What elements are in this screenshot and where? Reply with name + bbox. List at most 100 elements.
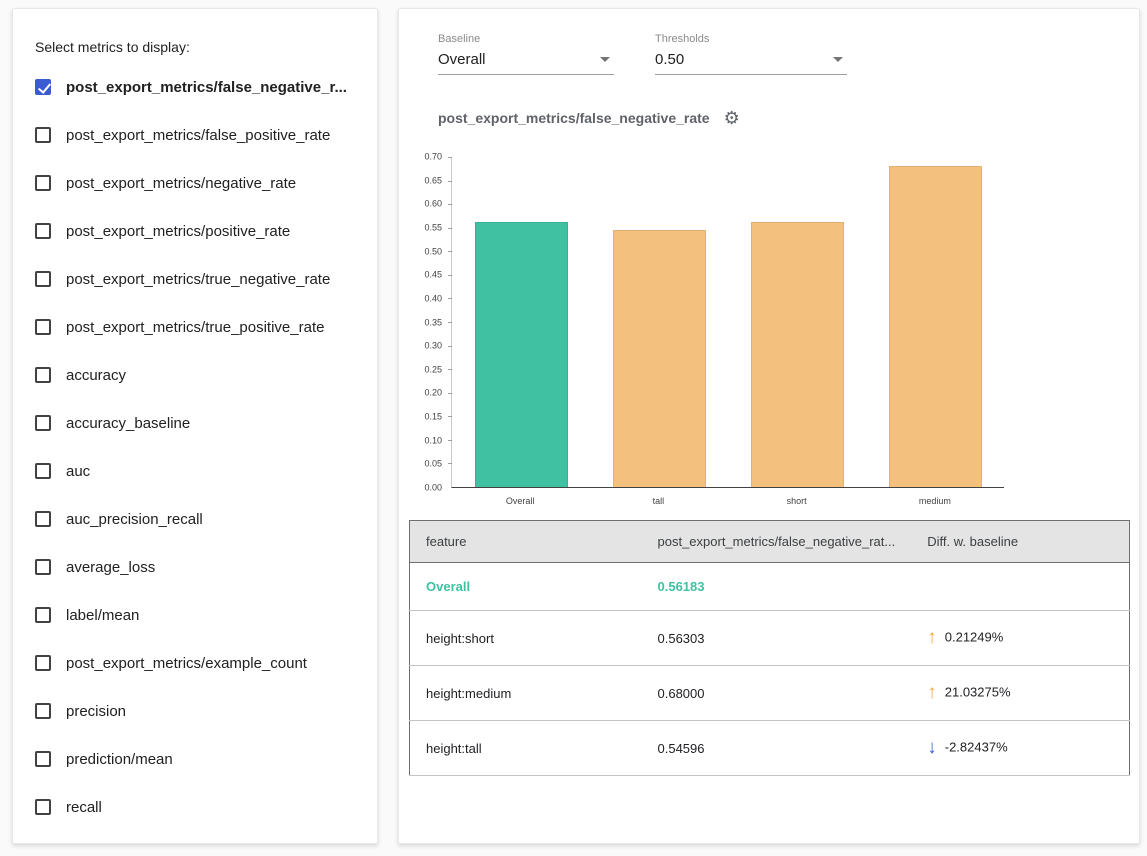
baseline-select-label: Baseline [438,33,614,45]
metric-item[interactable]: post_export_metrics/true_negative_rate [35,255,355,303]
y-tick-label: 0.00 [424,484,442,493]
arrow-up-icon: ↑ [927,627,937,648]
table-row[interactable]: Overall0.56183 [410,563,1130,611]
y-tick-mark [448,346,452,347]
diff-cell: ↑ 21.03275% [911,666,1129,721]
table-row[interactable]: height:medium0.68000↑21.03275% [410,666,1130,721]
y-tick-mark [448,181,452,182]
metric-label: post_export_metrics/negative_rate [66,175,296,192]
feature-cell: height:short [410,611,642,666]
checkbox-unchecked-icon[interactable] [35,559,51,575]
table-row[interactable]: height:short0.56303↑0.21249% [410,611,1130,666]
metrics-table: feature post_export_metrics/false_negati… [409,520,1130,776]
checkbox-unchecked-icon[interactable] [35,703,51,719]
table-header-row: feature post_export_metrics/false_negati… [410,521,1130,563]
metrics-table-body: Overall0.56183height:short0.56303↑0.2124… [410,563,1130,776]
metric-label: post_export_metrics/example_count [66,655,307,672]
metric-label: recall [66,799,102,816]
feature-cell: height:medium [410,666,642,721]
checkbox-unchecked-icon[interactable] [35,415,51,431]
metric-item[interactable]: accuracy_baseline [35,399,355,447]
metric-label: accuracy_baseline [66,415,190,432]
checkbox-unchecked-icon[interactable] [35,319,51,335]
metric-item[interactable]: auc [35,447,355,495]
diff-value: 21.03275% [945,684,1011,699]
y-tick-label: 0.50 [424,247,442,256]
bar-medium[interactable] [889,166,982,487]
metric-label: average_loss [66,559,155,576]
feature-cell: Overall [410,563,642,611]
bar-slot [728,157,866,487]
checkbox-unchecked-icon[interactable] [35,463,51,479]
checkbox-unchecked-icon[interactable] [35,127,51,143]
metric-item[interactable]: post_export_metrics/positive_rate [35,207,355,255]
baseline-select-value: Overall [438,51,486,68]
value-cell: 0.56183 [642,563,912,611]
bar-Overall[interactable] [475,222,568,487]
diff-cell [911,563,1129,611]
chevron-down-icon[interactable] [600,57,610,62]
metric-item[interactable]: prediction/mean [35,735,355,783]
y-tick-mark [448,463,452,464]
y-tick-label: 0.65 [424,176,442,185]
metric-label: auc [66,463,90,480]
feature-cell: height:tall [410,721,642,776]
checkbox-unchecked-icon[interactable] [35,607,51,623]
checkbox-unchecked-icon[interactable] [35,367,51,383]
y-tick-mark [448,251,452,252]
metric-item[interactable]: post_export_metrics/true_positive_rate [35,303,355,351]
bar-tall[interactable] [613,230,706,487]
thresholds-select-value: 0.50 [655,51,684,68]
checkbox-unchecked-icon[interactable] [35,175,51,191]
thresholds-select[interactable]: Thresholds 0.50 [655,33,847,75]
chevron-down-icon[interactable] [833,57,843,62]
y-tick-mark [448,393,452,394]
value-cell: 0.56303 [642,611,912,666]
metric-label: accuracy [66,367,126,384]
metric-item[interactable]: recall [35,783,355,831]
metrics-list-title: Select metrics to display: [35,39,355,55]
thresholds-select-label: Thresholds [655,33,847,45]
checkbox-checked-icon[interactable] [35,79,51,95]
metric-selection-panel: Select metrics to display: post_export_m… [12,8,378,844]
checkbox-unchecked-icon[interactable] [35,799,51,815]
y-tick-mark [448,416,452,417]
chart-header: post_export_metrics/false_negative_rate … [438,109,740,127]
y-tick-label: 0.40 [424,294,442,303]
bar-slot [452,157,590,487]
checkbox-unchecked-icon[interactable] [35,223,51,239]
arrow-up-icon: ↑ [927,682,937,703]
settings-gear-icon[interactable]: ⚙ [724,109,740,127]
metric-label: prediction/mean [66,751,173,768]
metric-item[interactable]: post_export_metrics/example_count [35,639,355,687]
metric-item[interactable]: post_export_metrics/false_positive_rate [35,111,355,159]
metric-label: post_export_metrics/positive_rate [66,223,290,240]
metric-item[interactable]: post_export_metrics/negative_rate [35,159,355,207]
y-tick-mark [448,440,452,441]
y-tick-label: 0.20 [424,389,442,398]
metric-item[interactable]: auc_precision_recall [35,495,355,543]
y-tick-mark [448,228,452,229]
results-panel: Baseline Overall Thresholds 0.50 post_ex… [398,8,1140,844]
x-tick-label: short [728,496,866,506]
bar-slot [590,157,728,487]
metric-item[interactable]: precision [35,687,355,735]
metric-item[interactable]: accuracy [35,351,355,399]
table-row[interactable]: height:tall0.54596↓-2.82437% [410,721,1130,776]
y-tick-label: 0.10 [424,436,442,445]
bar-short[interactable] [751,222,844,487]
baseline-select[interactable]: Baseline Overall [438,33,614,75]
y-tick-label: 0.15 [424,413,442,422]
checkbox-unchecked-icon[interactable] [35,511,51,527]
checkbox-unchecked-icon[interactable] [35,751,51,767]
checkbox-unchecked-icon[interactable] [35,655,51,671]
y-tick-label: 0.45 [424,271,442,280]
checkbox-unchecked-icon[interactable] [35,271,51,287]
bar-chart: 0.000.050.100.150.200.250.300.350.400.45… [415,149,1025,514]
metric-label: post_export_metrics/false_negative_r... [66,79,347,96]
metric-item[interactable]: post_export_metrics/false_negative_r... [35,63,355,111]
metric-item[interactable]: label/mean [35,591,355,639]
y-axis: 0.000.050.100.150.200.250.300.350.400.45… [415,157,445,488]
metric-item[interactable]: average_loss [35,543,355,591]
x-tick-label: Overall [451,496,589,506]
